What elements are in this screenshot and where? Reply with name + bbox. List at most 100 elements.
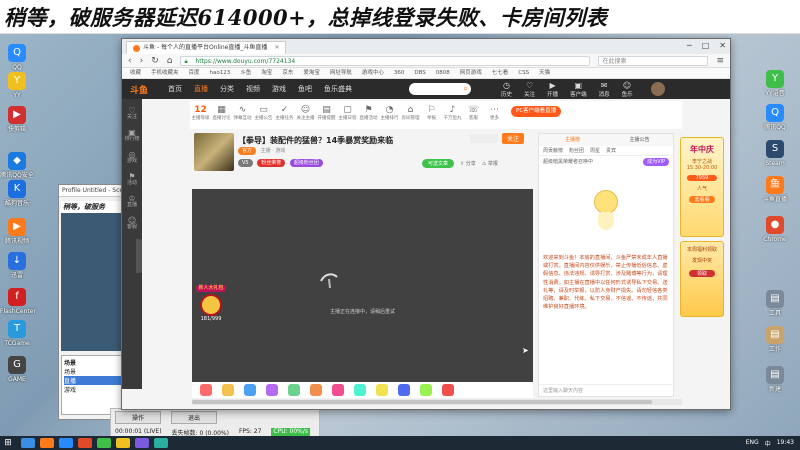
desktop-icon[interactable]: Y YY语音	[758, 70, 792, 98]
taskbar-app-icon[interactable]	[154, 438, 168, 448]
promo-cta[interactable]: 去看看	[689, 196, 715, 203]
gift-icon[interactable]	[376, 384, 388, 396]
toolbar-item[interactable]: ☺ 关注主播	[295, 104, 316, 122]
toolbar-item[interactable]: ▦ 直播讨论	[211, 104, 232, 122]
close-icon[interactable]: ✕	[719, 41, 726, 50]
toolbar-item[interactable]: ▭ 主播公告	[253, 104, 274, 122]
toolbar-item[interactable]: ▤ 开播提醒	[316, 104, 337, 122]
gift-icon[interactable]	[244, 384, 256, 396]
toolbar-item[interactable]: ∿ 弹幕互动	[232, 104, 253, 122]
bookmark-item[interactable]: 360	[394, 68, 405, 78]
header-item[interactable]: ♡ 关注	[524, 81, 535, 98]
bookmark-item[interactable]: 京东	[282, 68, 293, 78]
pc-client-button[interactable]: PC客户端看直播	[511, 106, 562, 117]
gift-icon[interactable]	[310, 384, 322, 396]
desktop-icon[interactable]: ▤ 工作	[758, 326, 792, 354]
scrollbar-thumb[interactable]	[192, 400, 652, 404]
toolbar-item[interactable]: ⋯ 更多	[484, 104, 505, 122]
bookmark-item[interactable]: 淘宝	[261, 68, 272, 78]
bookmark-item[interactable]: CSS	[518, 68, 529, 78]
toolbar-item[interactable]: ⚐ 举报	[421, 104, 442, 122]
subtab-vip[interactable]: 贵宾	[606, 146, 616, 155]
sidebar-item[interactable]: ♔ 直播	[122, 195, 142, 209]
nav-live[interactable]: 直播	[194, 85, 208, 93]
desktop-icon[interactable]: ▤ 工具	[758, 290, 792, 318]
toolbar-item[interactable]: ☏ 客服	[463, 104, 484, 122]
nav-festival[interactable]: 鱼乐盛典	[324, 84, 352, 94]
share-button[interactable]: ⇪ 分享	[460, 160, 476, 167]
toolbar-item[interactable]: ✓ 主播任务	[274, 104, 295, 122]
report-button[interactable]: ⚠ 举报	[482, 160, 498, 167]
search-icon[interactable]: ⌕	[464, 83, 468, 95]
bookmark-item[interactable]: 收藏	[130, 68, 141, 78]
toolbar-item[interactable]: ⚑ 直播活动	[358, 104, 379, 122]
subtab-star[interactable]: 周星	[590, 146, 600, 155]
maximize-icon[interactable]: □	[702, 41, 710, 50]
nav-yuba[interactable]: 鱼吧	[298, 84, 312, 94]
desktop-icon[interactable]: 鱼斗鱼直播	[758, 176, 792, 204]
gift-icon[interactable]	[442, 384, 454, 396]
tab-anchor-rank[interactable]: 主播榜	[539, 134, 606, 146]
tray-clock[interactable]: 19:43	[777, 439, 794, 448]
desktop-icon[interactable]: Q QQ	[0, 44, 34, 72]
taskbar-app-icon[interactable]	[40, 438, 54, 448]
home-icon[interactable]: ⌂	[167, 56, 173, 66]
video-player[interactable]: 主播正在连接中，请稍后重试 ➤ 新人大礼包 181/999	[192, 189, 533, 382]
desktop-icon[interactable]: f FlashCenter	[0, 288, 36, 316]
nav-home[interactable]: 首页	[168, 84, 182, 94]
sidebar-collapse-handle[interactable]	[136, 239, 142, 273]
toolbar-item[interactable]: ♪ 千万鱼丸	[442, 104, 463, 122]
bookmark-item[interactable]: 百度	[189, 68, 200, 78]
toolbar-item[interactable]: ▢ 主播日程	[337, 104, 358, 122]
desktop-icon[interactable]: ● Chrome	[758, 216, 792, 244]
obs-action-button[interactable]: 操作	[115, 411, 162, 424]
become-vip-button[interactable]: 成为VIP	[643, 158, 669, 166]
taskbar-app-icon[interactable]	[135, 438, 149, 448]
douyu-logo[interactable]: 斗鱼	[130, 83, 148, 96]
address-bar[interactable]: 🔒︎ https://www.douyu.com/7724134	[180, 55, 591, 66]
tray-lang[interactable]: ENG	[746, 439, 759, 448]
promo-banner-2[interactable]: 本周福利领取 发现中奖 领取	[680, 241, 724, 317]
minimize-icon[interactable]: ─	[687, 41, 692, 50]
gift-icon[interactable]	[266, 384, 278, 396]
bookmark-item[interactable]: 斗鱼	[240, 68, 251, 78]
nav-category[interactable]: 分类	[220, 84, 234, 94]
horizontal-scrollbar[interactable]	[192, 399, 682, 405]
toolbar-item[interactable]: ◔ 主播排行	[379, 104, 400, 122]
anchor-avatar[interactable]	[194, 133, 234, 171]
browser-tab[interactable]: 斗鱼 - 每个人的直播平台Online直播_斗鱼直播 ✕	[126, 41, 287, 54]
douyu-search-input[interactable]: ⌕	[409, 83, 472, 95]
sidebar-item[interactable]: ♡ 关注	[122, 107, 142, 121]
desktop-icon[interactable]: ↓ 迅雷	[0, 252, 34, 280]
start-button[interactable]: ⊞	[0, 438, 16, 448]
bookmark-item[interactable]: 爱淘宝	[303, 68, 320, 78]
desktop-icon[interactable]: K 酷狗音乐	[0, 180, 34, 208]
sidebar-item[interactable]: ☺ 客服	[122, 217, 142, 231]
taskbar-app-icon[interactable]	[78, 438, 92, 448]
gift-icon[interactable]	[200, 384, 212, 396]
desktop-icon[interactable]: Q 腾讯QQ	[758, 104, 792, 132]
browser-search-input[interactable]: 在此搜索	[598, 55, 709, 66]
gift-icon[interactable]	[332, 384, 344, 396]
bookmark-item[interactable]: 网址导航	[330, 68, 352, 78]
tab-anchor-notice[interactable]: 主播公告	[606, 134, 673, 146]
bookmark-item[interactable]: 七七看	[492, 68, 509, 78]
gift-icon[interactable]	[288, 384, 300, 396]
menu-icon[interactable]: ≡	[716, 56, 724, 66]
bookmark-item[interactable]: 游戏中心	[362, 68, 384, 78]
promo2-cta[interactable]: 领取	[689, 270, 715, 277]
bookmark-item[interactable]: 0808	[436, 68, 450, 78]
gift-icon[interactable]	[398, 384, 410, 396]
avatar[interactable]	[650, 82, 665, 96]
taskbar-app-icon[interactable]	[97, 438, 111, 448]
taskbar-app-icon[interactable]	[21, 438, 35, 448]
bookmark-item[interactable]: 网页游戏	[460, 68, 482, 78]
bookmark-item[interactable]: 天猫	[539, 68, 550, 78]
gift-icon[interactable]	[420, 384, 432, 396]
toolbar-item[interactable]: ⌂ 房间管理	[400, 104, 421, 122]
desktop-icon[interactable]: G GAME	[0, 356, 34, 384]
follow-button[interactable]: 关注	[502, 133, 525, 144]
forward-icon[interactable]: ›	[140, 56, 144, 66]
bookmark-item[interactable]: 手机收藏夹	[151, 68, 179, 78]
subtab-fans[interactable]: 粉丝团	[569, 146, 584, 155]
